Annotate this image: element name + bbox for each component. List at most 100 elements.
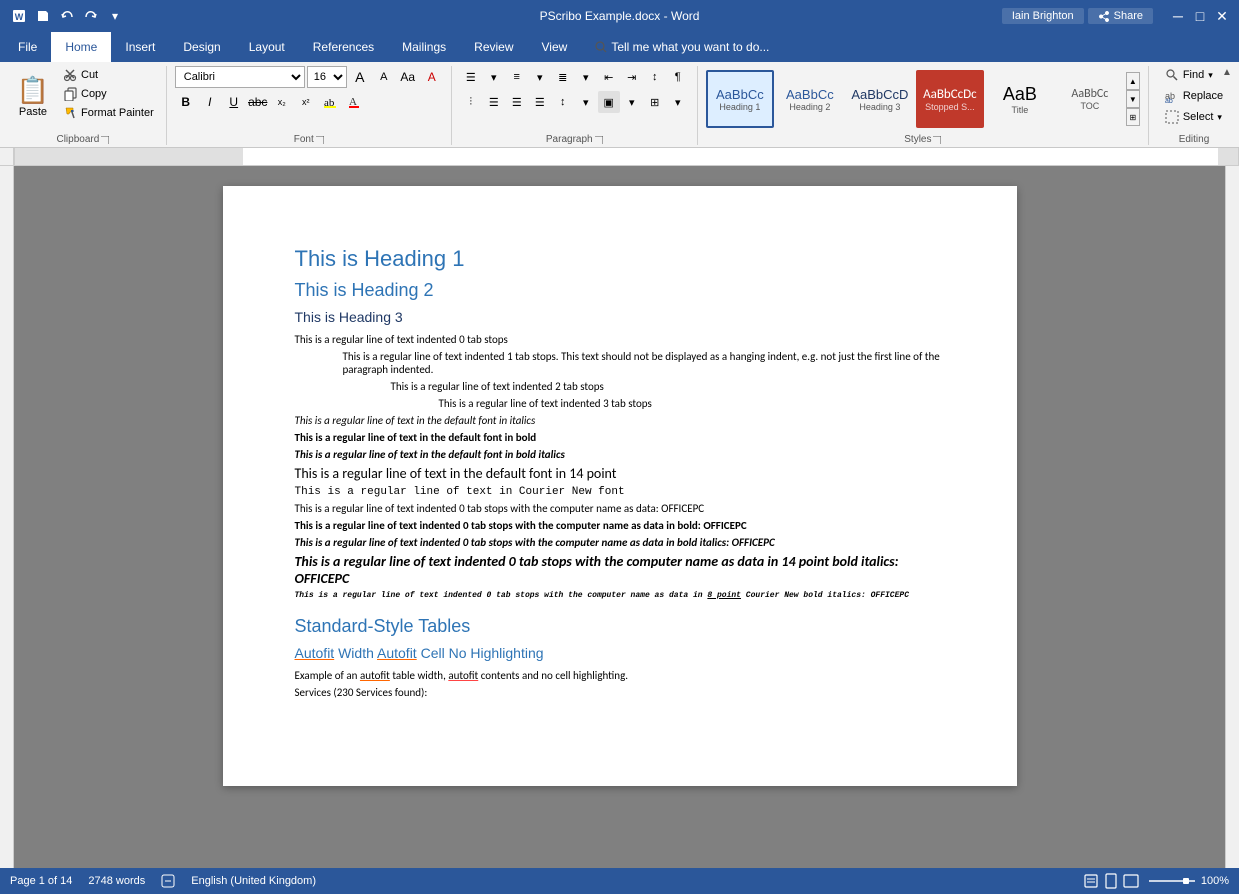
clear-format-btn[interactable]: A <box>421 66 443 88</box>
ruler-left-margin <box>0 148 14 165</box>
styles-gallery: AaBbCc Heading 1 AaBbCc Heading 2 AaBbCc… <box>706 70 1124 128</box>
ruler[interactable] <box>14 148 1239 165</box>
bold-btn[interactable]: B <box>175 91 197 113</box>
superscript-btn[interactable]: x² <box>295 91 317 113</box>
italic-btn[interactable]: I <box>199 91 221 113</box>
print-layout-icon[interactable] <box>1103 873 1119 889</box>
tab-insert[interactable]: Insert <box>111 32 169 62</box>
font-name-select[interactable]: Calibri <box>175 66 305 88</box>
style-stopped[interactable]: AaBbCcDc Stopped S... <box>916 70 984 128</box>
font-color-btn[interactable]: A <box>343 91 365 113</box>
styles-scroll-up[interactable]: ▲ <box>1126 72 1140 90</box>
redo-quick-btn[interactable] <box>80 5 102 27</box>
restore-btn[interactable]: □ <box>1191 7 1209 25</box>
styles-label[interactable]: Styles <box>904 134 941 145</box>
strikethrough-btn[interactable]: abc <box>247 91 269 113</box>
read-mode-icon[interactable] <box>1083 873 1099 889</box>
paragraph-label[interactable]: Paragraph <box>546 134 603 145</box>
cut-button[interactable]: Cut <box>60 66 158 84</box>
autofit-inline: autofit <box>360 669 390 682</box>
tab-layout[interactable]: Layout <box>235 32 299 62</box>
share-btn[interactable]: Share <box>1088 8 1153 24</box>
font-increase-btn[interactable]: A <box>349 66 371 88</box>
tables-section: Standard-Style Tables <box>295 616 945 637</box>
tab-design[interactable]: Design <box>169 32 234 62</box>
line-spacing-btn[interactable]: ↕ <box>552 91 574 113</box>
paragraph-2: This is a regular line of text indented … <box>343 350 945 376</box>
sort-btn[interactable]: ↕ <box>644 66 666 88</box>
borders-dropdown-btn[interactable]: ▾ <box>667 91 689 113</box>
minimize-btn[interactable]: ─ <box>1169 7 1187 25</box>
paste-label: Paste <box>19 106 47 118</box>
shading-dropdown-btn[interactable]: ▾ <box>621 91 643 113</box>
save-quick-btn[interactable] <box>32 5 54 27</box>
replace-icon: abab <box>1165 89 1179 103</box>
document-area[interactable]: This is Heading 1 This is Heading 2 This… <box>14 166 1225 868</box>
web-layout-icon[interactable] <box>1123 873 1139 889</box>
font-label[interactable]: Font <box>294 134 324 145</box>
justify-btn[interactable]: ☰ <box>529 91 551 113</box>
tab-view[interactable]: View <box>528 32 582 62</box>
style-heading2[interactable]: AaBbCc Heading 2 <box>776 70 844 128</box>
align-right-btn[interactable]: ☰ <box>506 91 528 113</box>
style-heading1[interactable]: AaBbCc Heading 1 <box>706 70 774 128</box>
copy-label: Copy <box>81 88 107 100</box>
font-size-select[interactable]: 16 <box>307 66 347 88</box>
style-heading3-label: Heading 3 <box>859 102 900 112</box>
shading-btn[interactable]: ▣ <box>598 91 620 113</box>
close-btn[interactable]: ✕ <box>1213 7 1231 25</box>
tab-tellme[interactable]: Tell me what you want to do... <box>581 32 783 62</box>
style-stopped-preview: AaBbCcDc <box>923 87 977 102</box>
replace-button[interactable]: abab Replace <box>1159 87 1229 105</box>
tab-review[interactable]: Review <box>460 32 527 62</box>
change-case-btn[interactable]: Aa <box>397 66 419 88</box>
clipboard-label[interactable]: Clipboard <box>56 134 109 145</box>
style-title[interactable]: AaB Title <box>986 70 1054 128</box>
borders-btn[interactable]: ⊞ <box>644 91 666 113</box>
language[interactable]: English (United Kingdom) <box>191 875 316 887</box>
style-toc-preview: AaBbCc <box>1071 87 1108 101</box>
underline-btn[interactable]: U <box>223 91 245 113</box>
font-decrease-btn[interactable]: A <box>373 66 395 88</box>
decrease-indent-btn[interactable]: ⇤ <box>598 66 620 88</box>
format-painter-button[interactable]: Format Painter <box>60 104 158 122</box>
increase-indent-btn[interactable]: ⇥ <box>621 66 643 88</box>
bullets-btn[interactable]: ☰ <box>460 66 482 88</box>
zoom-controls: 100% <box>1147 875 1229 887</box>
multilevel-dropdown-btn[interactable]: ▾ <box>575 66 597 88</box>
bullets-dropdown-btn[interactable]: ▾ <box>483 66 505 88</box>
subscript-btn[interactable]: x₂ <box>271 91 293 113</box>
tab-mailings[interactable]: Mailings <box>388 32 460 62</box>
styles-scroll-down[interactable]: ▼ <box>1126 90 1140 108</box>
paragraph-group: ☰ ▾ ≡ ▾ ≣ ▾ ⇤ ⇥ ↕ ¶ ⫶ ☰ ☰ ☰ ↕ ▾ <box>452 66 698 145</box>
status-bar: Page 1 of 14 2748 words English (United … <box>0 868 1239 894</box>
align-center-btn[interactable]: ☰ <box>483 91 505 113</box>
numbering-btn[interactable]: ≡ <box>506 66 528 88</box>
tab-home[interactable]: Home <box>51 32 111 62</box>
show-formatting-btn[interactable]: ¶ <box>667 66 689 88</box>
tab-file[interactable]: File <box>4 32 51 62</box>
user-name[interactable]: Iain Brighton <box>1002 8 1084 24</box>
line-spacing-dropdown-btn[interactable]: ▾ <box>575 91 597 113</box>
paste-button[interactable]: 📋 Paste <box>8 66 58 126</box>
styles-expand[interactable]: ⊞ <box>1126 108 1140 126</box>
style-heading3[interactable]: AaBbCcD Heading 3 <box>846 70 914 128</box>
undo-quick-btn[interactable] <box>56 5 78 27</box>
format-painter-icon <box>64 106 78 120</box>
copy-button[interactable]: Copy <box>60 85 158 103</box>
ribbon-tabs: File Home Insert Design Layout Reference… <box>0 32 1239 62</box>
tab-references[interactable]: References <box>299 32 388 62</box>
zoom-value[interactable]: 100% <box>1201 875 1229 887</box>
customize-quick-btn[interactable]: ▾ <box>104 5 126 27</box>
select-button[interactable]: Select ▾ <box>1159 108 1229 126</box>
autofit-word1: Autofit <box>295 645 335 661</box>
style-toc[interactable]: AaBbCc TOC <box>1056 70 1124 128</box>
text-highlight-btn[interactable]: ab <box>319 91 341 113</box>
numbering-dropdown-btn[interactable]: ▾ <box>529 66 551 88</box>
ribbon-collapse-btn[interactable]: ▲ <box>1219 64 1235 80</box>
word-count: 2748 words <box>88 875 145 887</box>
paragraph-14pt: This is a regular line of text in the de… <box>295 465 945 482</box>
multilevel-btn[interactable]: ≣ <box>552 66 574 88</box>
zoom-slider[interactable] <box>1147 877 1197 885</box>
align-left-btn[interactable]: ⫶ <box>460 91 482 113</box>
